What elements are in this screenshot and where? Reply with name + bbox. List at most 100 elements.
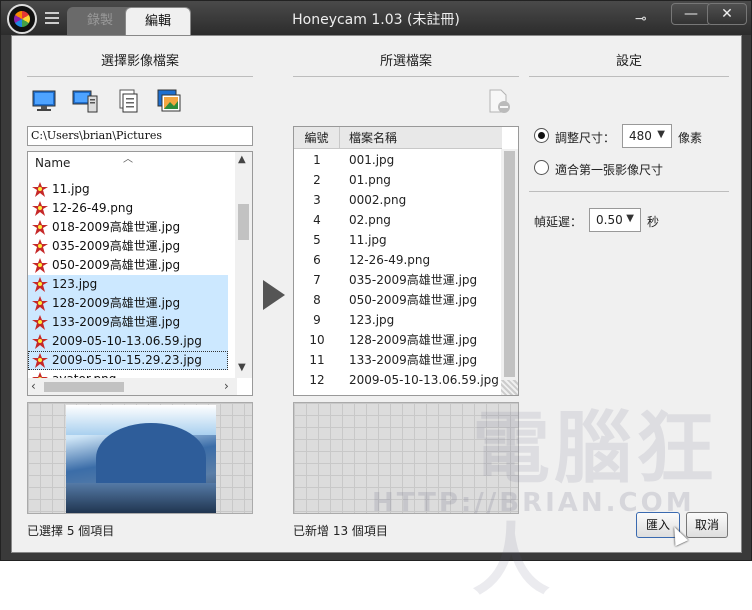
row-file-name: 050-2009高雄世運.jpg	[349, 293, 478, 307]
chevron-down-icon: ▼	[657, 129, 665, 140]
editor-content: 選擇影像檔案 C:\Users\brian\Pictures ︿ Name 11…	[11, 35, 742, 606]
desktop-icon[interactable]	[31, 88, 57, 114]
resize-grip[interactable]	[501, 380, 518, 395]
table-row[interactable]: 7 035-2009高雄世運.jpg	[294, 270, 502, 290]
list-item[interactable]: 11.jpg	[28, 180, 228, 199]
file-name: 2009-05-10-15.29.23.jpg	[52, 353, 202, 367]
list-item[interactable]: 035-2009高雄世運.jpg	[28, 237, 228, 256]
title-bar: 錄製 編輯 Honeycam 1.03 (未註冊) ⊸ — ✕	[1, 1, 751, 35]
list-item[interactable]: 018-2009高雄世運.jpg	[28, 218, 228, 237]
row-number: 6	[313, 253, 321, 267]
table-row[interactable]: 4 02.png	[294, 210, 502, 230]
table-row[interactable]: 2 01.png	[294, 170, 502, 190]
file-list[interactable]: ︿ Name 11.jpg 12-26-49.png 018-2009高雄世運.jp…	[27, 151, 253, 396]
list-header-name[interactable]: Name	[35, 156, 70, 170]
image-file-icon	[32, 334, 48, 349]
scroll-thumb[interactable]	[504, 151, 515, 377]
remove-file-icon[interactable]	[487, 88, 511, 114]
table-row[interactable]: 8 050-2009高雄世運.jpg	[294, 290, 502, 310]
list-item[interactable]: 12-26-49.png	[28, 199, 228, 218]
preview-image	[66, 405, 216, 513]
row-number: 5	[313, 233, 321, 247]
image-file-icon	[32, 258, 48, 273]
row-number: 9	[313, 313, 321, 327]
add-arrow-icon[interactable]	[263, 280, 285, 310]
image-file-icon	[32, 296, 48, 311]
file-name: 11.jpg	[52, 182, 90, 196]
sort-caret-icon: ︿	[123, 154, 133, 165]
path-input[interactable]: C:\Users\brian\Pictures	[27, 126, 253, 146]
scroll-right-icon[interactable]: ›	[224, 379, 229, 393]
file-name: 123.jpg	[52, 277, 98, 291]
row-number: 11	[309, 353, 325, 367]
delay-unit: 秒	[647, 215, 660, 229]
image-file-icon	[32, 201, 48, 216]
pictures-icon[interactable]	[156, 88, 182, 114]
list-item[interactable]: 128-2009高雄世運.jpg	[28, 294, 228, 313]
resize-label: 調整尺寸：	[555, 131, 616, 145]
output-preview	[293, 402, 519, 514]
chevron-down-icon: ▼	[626, 213, 634, 224]
column-header-name[interactable]: 檔案名稱	[340, 127, 502, 149]
file-list-hscroll[interactable]: ‹ ›	[28, 378, 237, 395]
table-row[interactable]: 6 12-26-49.png	[294, 250, 502, 270]
image-file-icon	[32, 315, 48, 330]
divider	[529, 191, 729, 192]
minimize-button[interactable]: —	[671, 3, 711, 25]
cancel-button[interactable]: 取消	[686, 512, 728, 538]
list-item[interactable]: 2009-05-10-15.29.23.jpg	[28, 351, 228, 370]
scroll-up-icon[interactable]: ▲	[238, 154, 246, 165]
row-file-name: 133-2009高雄世運.jpg	[349, 353, 478, 367]
divider	[27, 76, 253, 77]
fit-first-label: 適合第一張影像尺寸	[555, 163, 664, 177]
table-row[interactable]: 9 123.jpg	[294, 310, 502, 330]
file-name: 128-2009高雄世運.jpg	[52, 296, 181, 310]
table-row[interactable]: 1 001.jpg	[294, 150, 502, 170]
delay-select[interactable]: 0.50 ▼	[589, 208, 641, 232]
row-file-name: 11.jpg	[349, 233, 387, 247]
file-list-vscroll[interactable]: ▲ ▼	[235, 152, 252, 378]
row-file-name: 001.jpg	[349, 153, 395, 167]
divider	[293, 76, 519, 77]
table-row[interactable]: 3 0002.png	[294, 190, 502, 210]
row-number: 8	[313, 293, 321, 307]
resize-select[interactable]: 480 ▼	[622, 124, 672, 148]
scroll-left-icon[interactable]: ‹	[31, 379, 36, 393]
image-file-icon	[32, 182, 48, 197]
list-item[interactable]: 050-2009高雄世運.jpg	[28, 256, 228, 275]
row-number: 7	[313, 273, 321, 287]
documents-icon[interactable]	[115, 88, 141, 114]
table-row[interactable]: 11 133-2009高雄世運.jpg	[294, 350, 502, 370]
row-file-name: 128-2009高雄世運.jpg	[349, 333, 478, 347]
selected-files-table[interactable]: 編號 檔案名稱 1 001.jpg 2 01.png 3 0002.png 4 02.png 5…	[293, 126, 519, 396]
file-name: 12-26-49.png	[52, 201, 134, 215]
scroll-down-icon[interactable]: ▼	[238, 362, 246, 373]
hscroll-thumb[interactable]	[44, 382, 124, 392]
table-row[interactable]: 5 11.jpg	[294, 230, 502, 250]
fit-first-radio[interactable]	[534, 160, 549, 175]
column-header-no[interactable]: 編號	[294, 127, 340, 149]
list-item[interactable]: 123.jpg	[28, 275, 228, 294]
list-item[interactable]: 2009-05-10-13.06.59.jpg	[28, 332, 228, 351]
resize-radio[interactable]	[534, 128, 549, 143]
row-number: 2	[313, 173, 321, 187]
left-status: 已選擇 5 個項目	[27, 524, 115, 538]
table-row[interactable]: 12 2009-05-10-13.06.59.jpg	[294, 370, 502, 390]
table-row[interactable]: 10 128-2009高雄世運.jpg	[294, 330, 502, 350]
row-number: 3	[313, 193, 321, 207]
image-file-icon	[32, 239, 48, 254]
close-button[interactable]: ✕	[707, 3, 747, 25]
row-number: 1	[313, 153, 321, 167]
row-file-name: 0002.png	[349, 193, 407, 207]
list-item[interactable]: 133-2009高雄世運.jpg	[28, 313, 228, 332]
row-number: 4	[313, 213, 321, 227]
computer-icon[interactable]	[72, 88, 98, 114]
scroll-thumb[interactable]	[238, 204, 249, 240]
row-number: 12	[309, 373, 325, 387]
key-icon[interactable]: ⊸	[635, 11, 647, 27]
row-file-name: 02.png	[349, 213, 391, 227]
middle-status: 已新增 13 個項目	[293, 524, 388, 538]
row-file-name: 12-26-49.png	[349, 253, 431, 267]
selected-vscroll[interactable]	[501, 149, 518, 395]
file-name: 2009-05-10-13.06.59.jpg	[52, 334, 202, 348]
